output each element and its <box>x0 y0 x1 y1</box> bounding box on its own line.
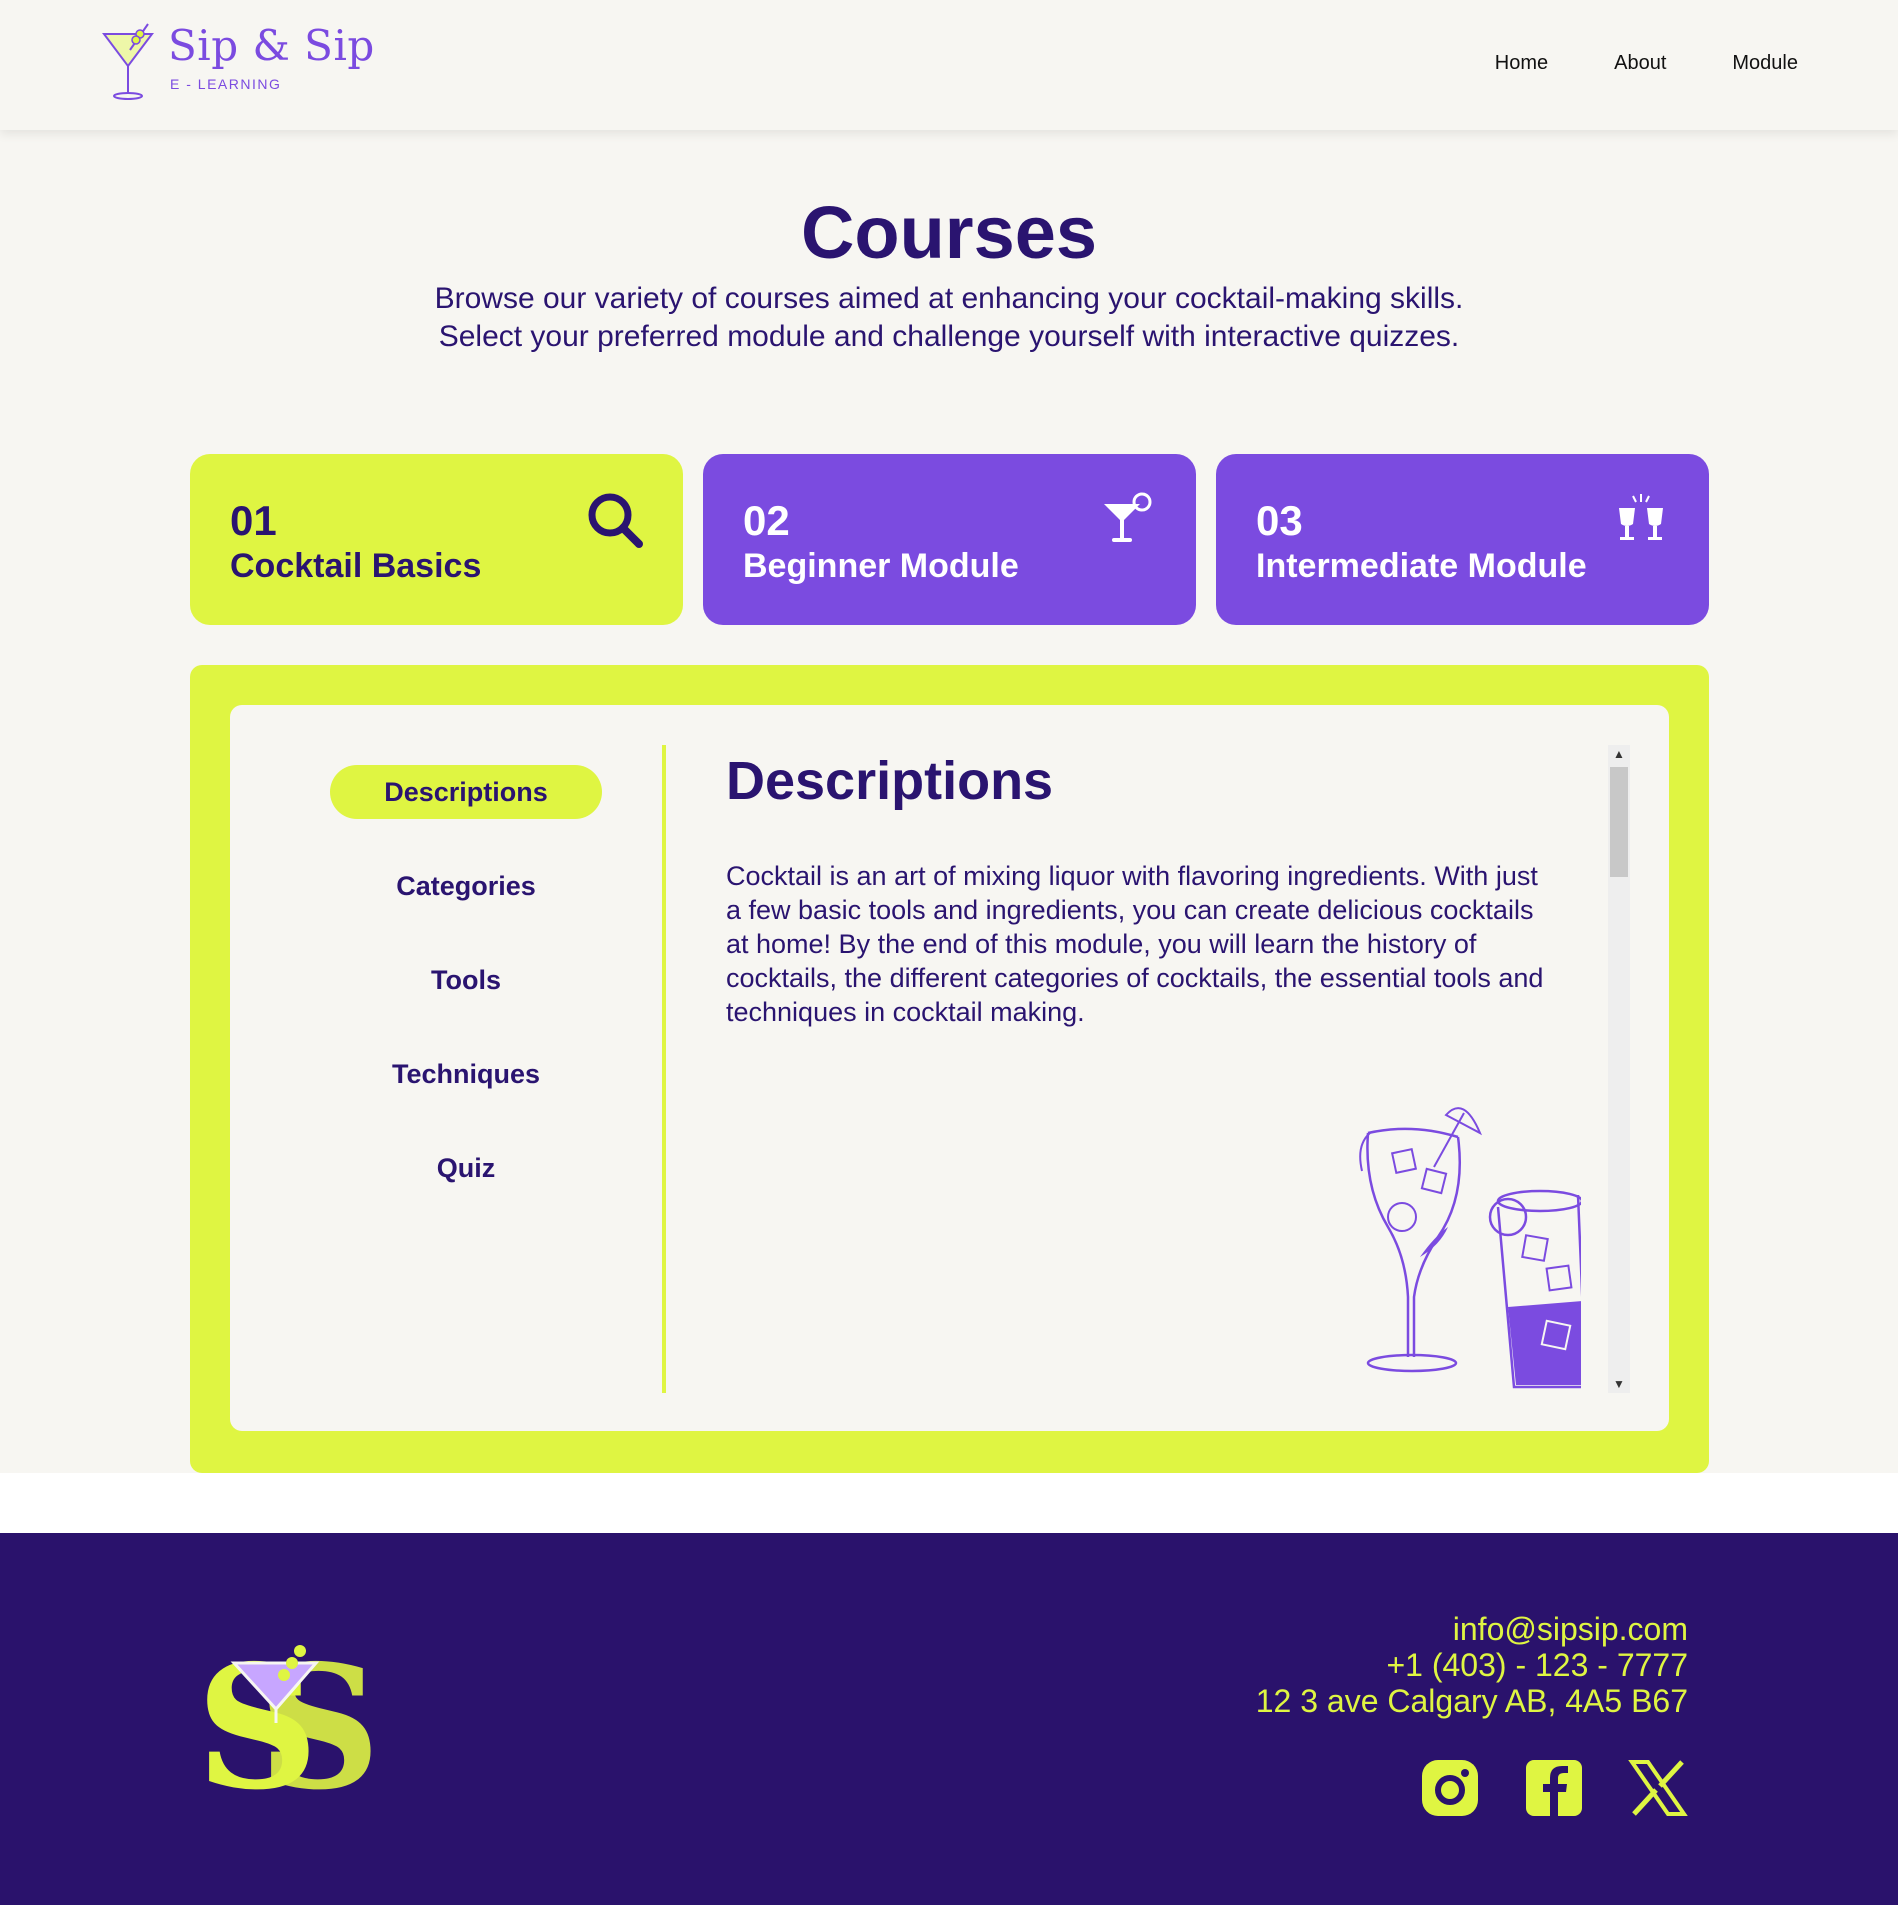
sidebar-item-categories[interactable]: Categories <box>330 859 602 913</box>
content-title: Descriptions <box>726 751 1054 811</box>
footer-ss-logo: S S <box>196 1637 376 1797</box>
x-icon[interactable] <box>1628 1758 1688 1818</box>
module-content-inner: Descriptions Categories Tools Techniques… <box>230 705 1669 1431</box>
footer-contact: info@sipsip.com +1 (403) - 123 - 7777 12… <box>1256 1611 1688 1719</box>
sidebar-item-descriptions[interactable]: Descriptions <box>330 765 602 819</box>
module-number: 01 <box>230 497 277 544</box>
nav-module-link[interactable]: Module <box>1732 52 1798 75</box>
page-description-line1: Browse our variety of courses aimed at e… <box>434 282 1464 315</box>
scrollbar-thumb[interactable] <box>1610 767 1628 877</box>
search-icon <box>588 493 643 548</box>
module-sidebar: Descriptions Categories Tools Techniques… <box>230 705 660 1431</box>
main-nav: Home About Module <box>1495 52 1798 75</box>
sidebar-divider <box>662 745 666 1393</box>
module-card-cocktail-basics[interactable]: 01 Cocktail Basics <box>190 454 683 625</box>
module-title: Beginner Module <box>743 547 1019 585</box>
module-title: Intermediate Module <box>1256 547 1587 585</box>
page-description-line2: Select your preferred module and challen… <box>438 320 1460 353</box>
facebook-icon[interactable] <box>1524 1758 1584 1818</box>
cocktails-illustration <box>1359 1107 1581 1389</box>
site-footer: S S info@sipsip.com +1 (403) - 123 - 777… <box>0 1533 1898 1905</box>
footer-social-links <box>1420 1758 1688 1818</box>
content-area: Descriptions Cocktail is an art of mixin… <box>726 745 1581 1393</box>
sidebar-item-tools[interactable]: Tools <box>330 953 602 1007</box>
module-card-beginner[interactable]: 02 Beginner Module <box>703 454 1196 625</box>
brand-logo[interactable]: Sip & Sip E - LEARNING <box>100 20 375 102</box>
content-body: Cocktail is an art of mixing liquor with… <box>726 861 1544 1027</box>
cocktail-glass-icon <box>1104 492 1152 542</box>
page-title: Courses <box>800 191 1098 274</box>
footer-address: 12 3 ave Calgary AB, 4A5 B67 <box>1255 1683 1688 1719</box>
nav-home-link[interactable]: Home <box>1495 52 1548 75</box>
module-number: 03 <box>1256 497 1303 544</box>
content-scrollbar[interactable]: ▲ ▼ <box>1608 745 1630 1393</box>
brand-tagline: E - LEARNING <box>170 76 282 92</box>
brand-name: Sip & Sip <box>168 21 375 70</box>
module-content-panel: Descriptions Categories Tools Techniques… <box>190 665 1709 1473</box>
module-number: 02 <box>743 497 790 544</box>
module-title: Cocktail Basics <box>230 547 482 585</box>
nav-about-link[interactable]: About <box>1614 52 1666 75</box>
page-description: Browse our variety of courses aimed at e… <box>0 280 1898 356</box>
sidebar-item-quiz[interactable]: Quiz <box>330 1141 602 1195</box>
footer-phone[interactable]: +1 (403) - 123 - 7777 <box>1256 1647 1688 1683</box>
instagram-icon[interactable] <box>1420 1758 1480 1818</box>
scroll-down-arrow-icon[interactable]: ▼ <box>1608 1375 1630 1393</box>
site-header: Sip & Sip E - LEARNING Home About Module <box>0 0 1898 130</box>
scroll-up-arrow-icon[interactable]: ▲ <box>1608 745 1630 763</box>
martini-logo-icon <box>102 23 154 100</box>
module-card-intermediate[interactable]: 03 Intermediate Module <box>1216 454 1709 625</box>
footer-spacer <box>0 1473 1898 1533</box>
sidebar-item-techniques[interactable]: Techniques <box>330 1047 602 1101</box>
footer-email[interactable]: info@sipsip.com <box>1256 1611 1688 1647</box>
cheers-glasses-icon <box>1619 494 1663 540</box>
